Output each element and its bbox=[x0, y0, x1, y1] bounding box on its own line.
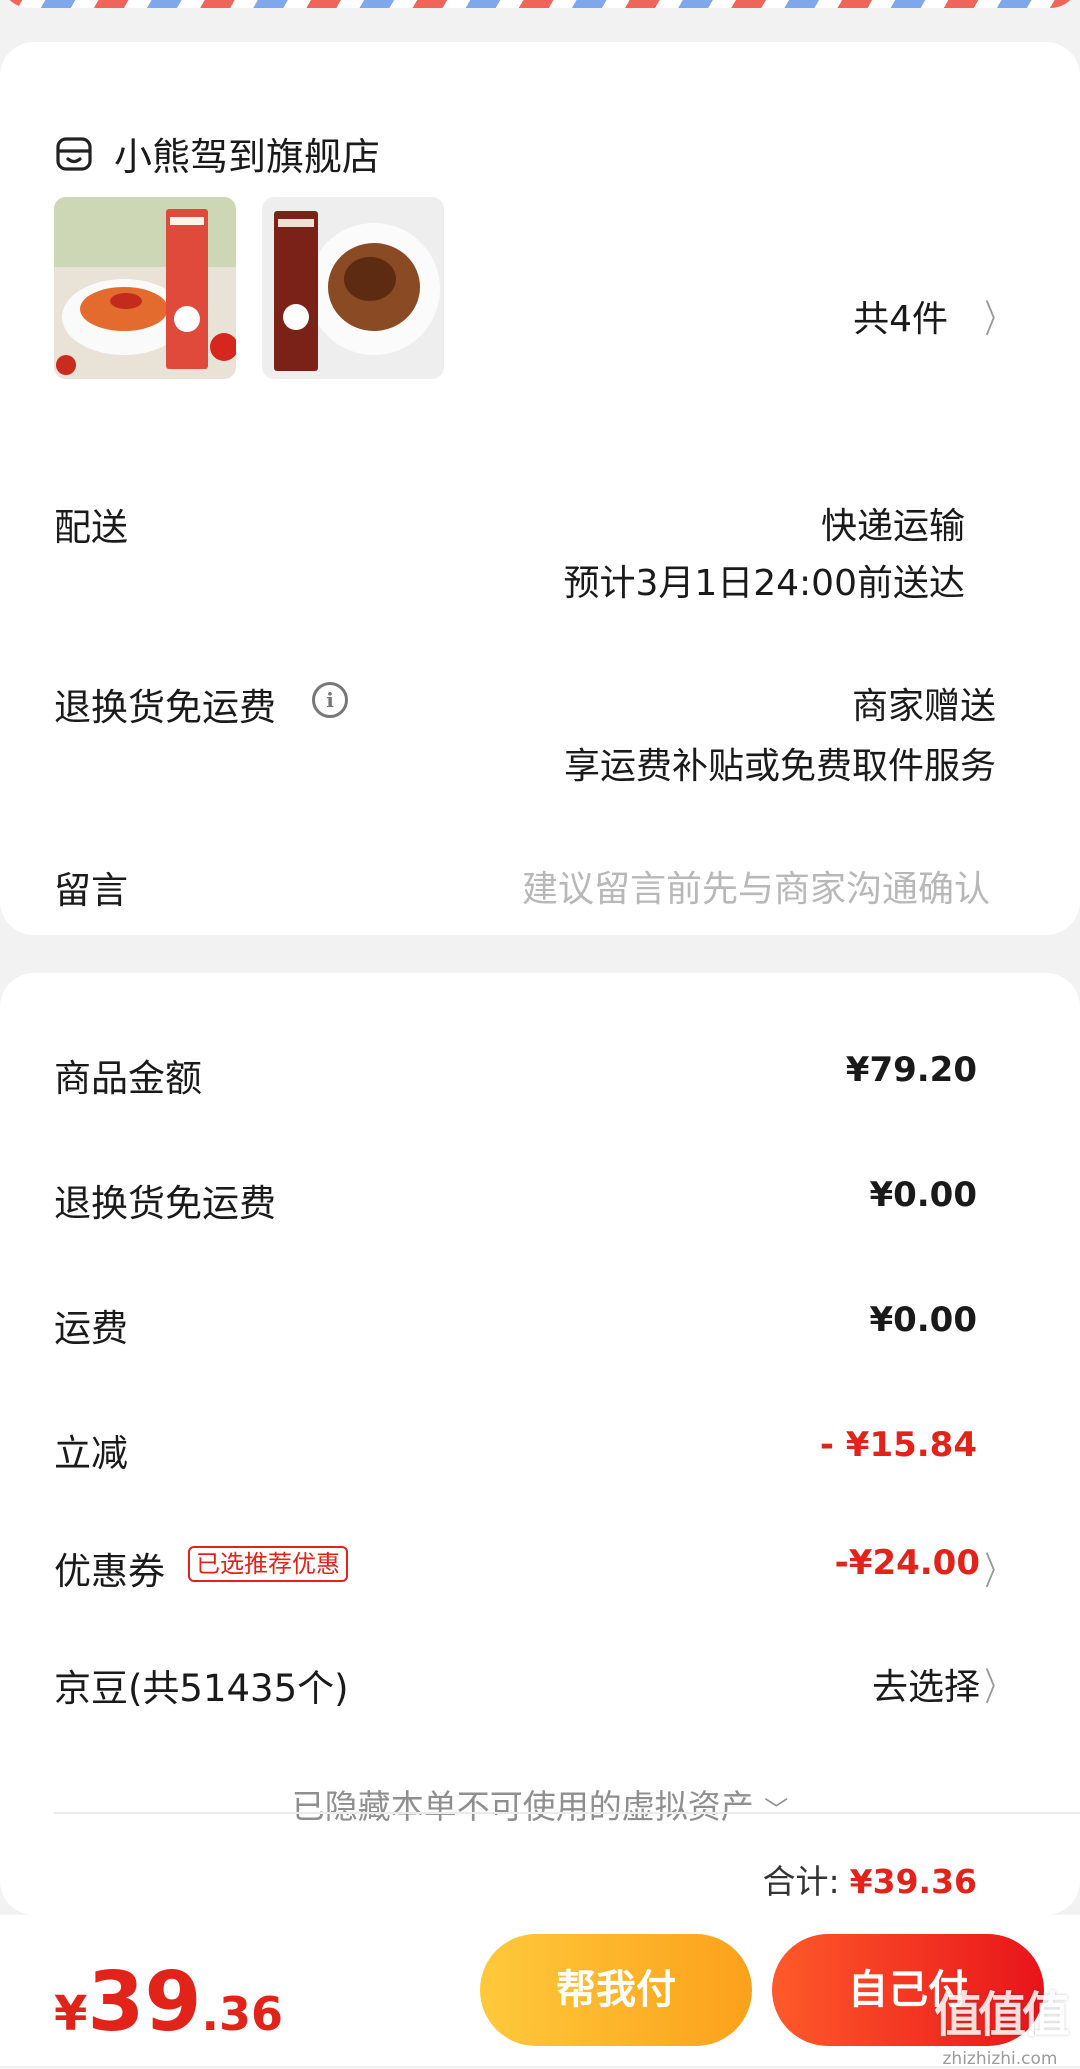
order-info-card: 小熊驾到旗舰店 共4件 〉 配送 快递运输 预计3月1日24:00前送达 退换货… bbox=[0, 42, 1080, 935]
discount-label: 立减 bbox=[54, 1432, 128, 1475]
item-count[interactable]: 共4件 〉 bbox=[853, 288, 1016, 343]
freight-label: 运费 bbox=[54, 1307, 128, 1350]
coupon-label: 优惠券 bbox=[54, 1550, 165, 1593]
discount-value: - ¥15.84 bbox=[819, 1425, 977, 1465]
coupon-tag: 已选推荐优惠 bbox=[188, 1546, 348, 1582]
total-label: 合计: bbox=[762, 1862, 840, 1901]
help-pay-button[interactable]: 帮我付 bbox=[480, 1934, 752, 2046]
product-thumbnail[interactable] bbox=[262, 197, 444, 379]
beef-spaghetti-image bbox=[262, 197, 444, 379]
airmail-border bbox=[0, 0, 1080, 8]
delivery-label: 配送 bbox=[54, 506, 128, 549]
freight-value: ¥0.00 bbox=[869, 1300, 977, 1340]
goods-amount-label: 商品金额 bbox=[54, 1057, 202, 1100]
chevron-right-icon: 〉 bbox=[984, 297, 1010, 341]
watermark: 值值值 zhizhizhi.com bbox=[920, 1975, 1080, 2069]
watermark-logo: 值值值 bbox=[933, 1987, 1070, 2043]
jd-beans-label: 京豆(共51435个) bbox=[54, 1667, 349, 1710]
delivery-eta: 预计3月1日24:00前送达 bbox=[563, 563, 965, 604]
watermark-url: zhizhizhi.com bbox=[942, 2049, 1058, 2069]
divider bbox=[54, 1812, 1080, 1814]
message-label: 留言 bbox=[54, 869, 128, 912]
goods-amount-value: ¥79.20 bbox=[845, 1050, 977, 1090]
jd-beans-select[interactable]: 去选择 bbox=[872, 1658, 980, 1710]
return-fee-value: ¥0.00 bbox=[869, 1175, 977, 1215]
pay-amount: ¥39.36 bbox=[54, 1955, 283, 2050]
hidden-assets-toggle[interactable]: 已隐藏本单不可使用的虚拟资产 ﹀ bbox=[0, 1780, 1080, 1828]
item-count-label: 共4件 bbox=[853, 298, 948, 340]
currency-symbol: ¥ bbox=[54, 1986, 88, 2042]
total-value: ¥39.36 bbox=[849, 1862, 977, 1901]
return-shipping-value: 商家赠送 bbox=[851, 686, 996, 727]
price-decimal: .36 bbox=[201, 1987, 284, 2041]
price-integer: 39 bbox=[87, 1955, 202, 2050]
info-icon[interactable]: i bbox=[312, 682, 348, 718]
total-row: 合计: ¥39.36 bbox=[763, 1855, 977, 1903]
coupon-value[interactable]: -¥24.00 bbox=[835, 1543, 980, 1583]
return-fee-label: 退换货免运费 bbox=[54, 1182, 276, 1225]
tomato-spaghetti-image bbox=[54, 197, 236, 379]
chevron-right-icon[interactable]: 〉 bbox=[985, 1540, 1010, 1595]
return-shipping-label: 退换货免运费 bbox=[54, 686, 276, 729]
shop-name: 小熊驾到旗舰店 bbox=[114, 135, 381, 179]
delivery-method[interactable]: 快递运输 bbox=[821, 497, 965, 549]
product-thumbnail[interactable] bbox=[54, 197, 236, 379]
return-shipping-desc: 享运费补贴或免费取件服务 bbox=[563, 746, 996, 787]
message-input[interactable]: 建议留言前先与商家沟通确认 bbox=[522, 860, 990, 912]
chevron-right-icon[interactable]: 〉 bbox=[985, 1656, 1010, 1711]
chevron-down-icon: ﹀ bbox=[764, 1796, 789, 1824]
shop-header[interactable]: 小熊驾到旗舰店 bbox=[54, 126, 380, 181]
hidden-assets-text: 已隐藏本单不可使用的虚拟资产 bbox=[291, 1787, 754, 1826]
store-icon bbox=[56, 136, 92, 171]
